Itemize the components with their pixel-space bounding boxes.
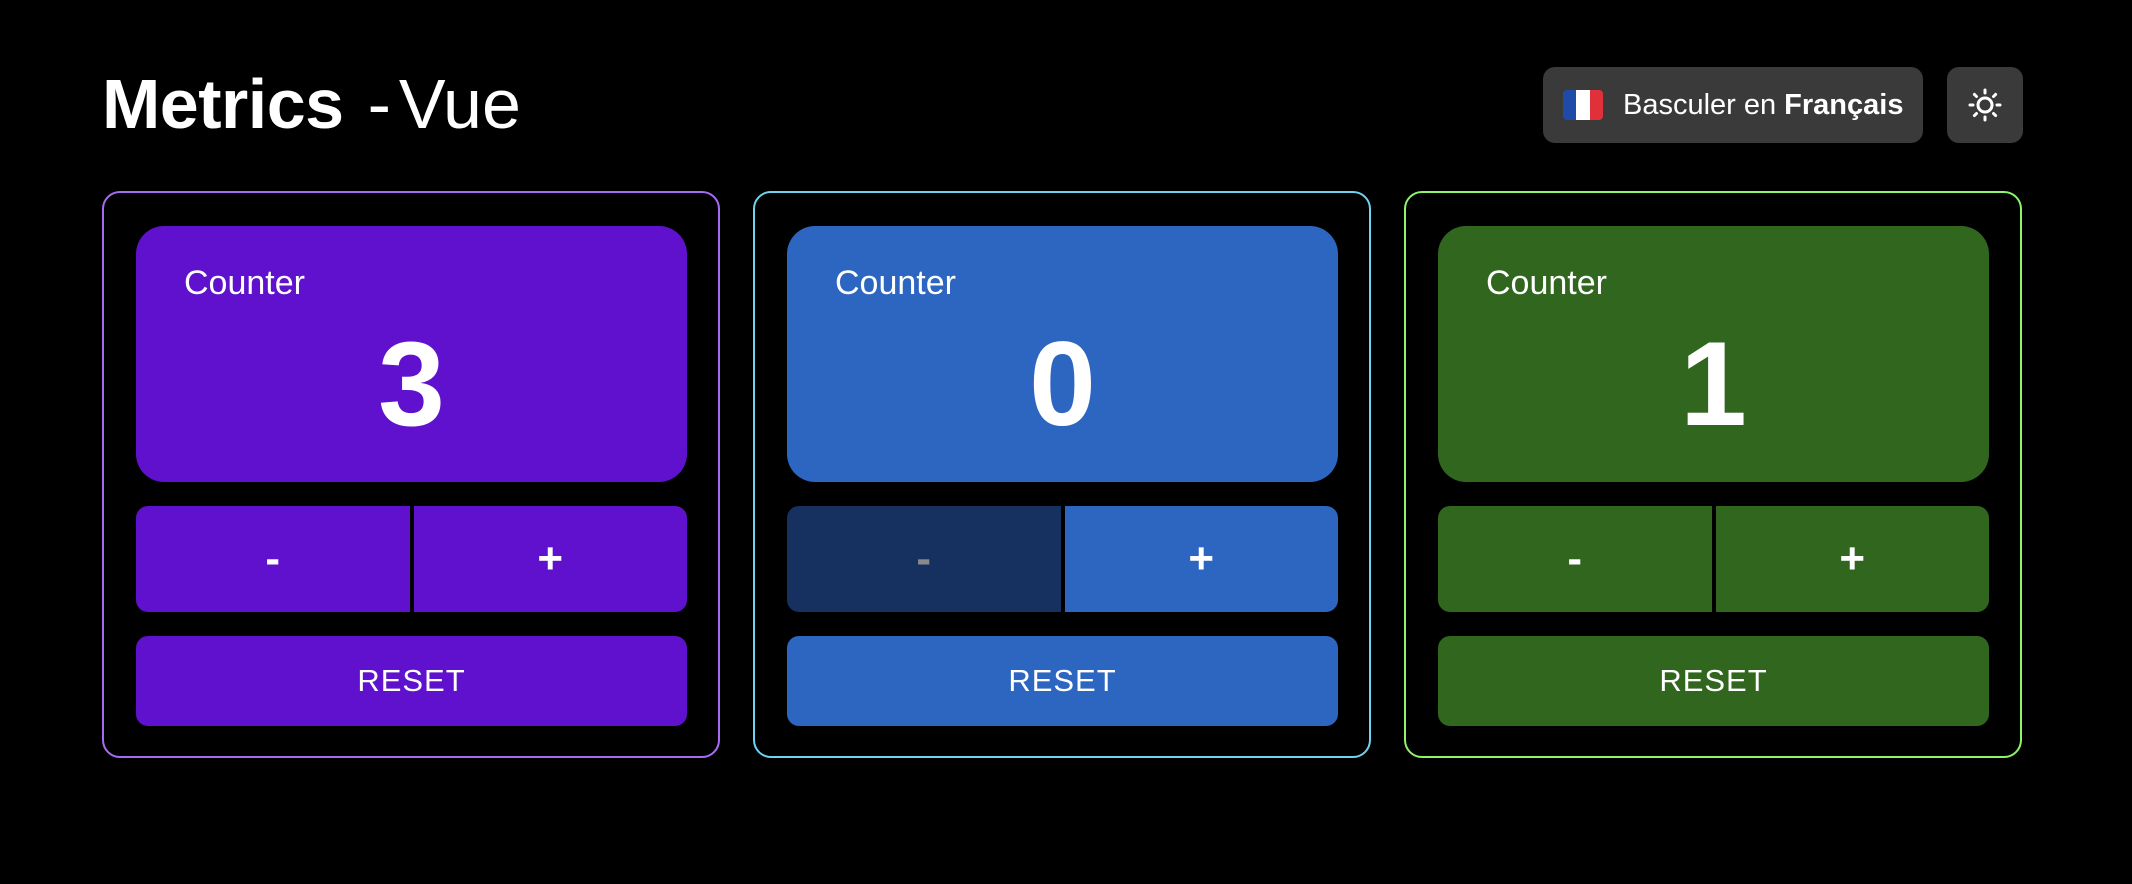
counter-value: 3 xyxy=(378,317,445,451)
counter-label: Counter xyxy=(835,264,956,302)
counter-value: 1 xyxy=(1680,317,1747,451)
counter-controls: - + xyxy=(136,506,687,612)
framework-name: Vue xyxy=(398,65,521,143)
counter-card: Counter 3 - + RESET xyxy=(102,191,720,758)
counter-controls: - + xyxy=(1438,506,1989,612)
app-name: Metrics xyxy=(102,65,344,143)
reset-button[interactable]: RESET xyxy=(1438,636,1989,726)
increment-button[interactable]: + xyxy=(413,506,687,612)
title-separator: - xyxy=(367,65,391,143)
counter-display: Counter 1 xyxy=(1438,226,1989,482)
counter-display: Counter 0 xyxy=(787,226,1338,482)
france-flag-icon xyxy=(1563,90,1603,120)
counter-controls: - + xyxy=(787,506,1338,612)
counter-value: 0 xyxy=(1029,317,1096,451)
page: Metrics - Vue Basculer en Français Count… xyxy=(0,0,2132,884)
language-toggle-button[interactable]: Basculer en Français xyxy=(1543,67,1923,143)
increment-button[interactable]: + xyxy=(1715,506,1989,612)
sun-icon xyxy=(1968,88,2002,122)
counter-label: Counter xyxy=(184,264,305,302)
counter-display: Counter 3 xyxy=(136,226,687,482)
language-toggle-prefix: Basculer en xyxy=(1623,88,1777,121)
decrement-button[interactable]: - xyxy=(136,506,410,612)
reset-button[interactable]: RESET xyxy=(136,636,687,726)
language-toggle-language: Français xyxy=(1784,88,1904,121)
decrement-button[interactable]: - xyxy=(1438,506,1712,612)
header: Metrics - Vue Basculer en Français xyxy=(102,64,2023,144)
counter-label: Counter xyxy=(1486,264,1607,302)
theme-toggle-button[interactable] xyxy=(1947,67,2023,143)
counter-card: Counter 1 - + RESET xyxy=(1404,191,2022,758)
decrement-button[interactable]: - xyxy=(787,506,1061,612)
reset-button[interactable]: RESET xyxy=(787,636,1338,726)
increment-button[interactable]: + xyxy=(1064,506,1338,612)
page-title: Metrics - Vue xyxy=(102,64,521,144)
counter-card: Counter 0 - + RESET xyxy=(753,191,1371,758)
